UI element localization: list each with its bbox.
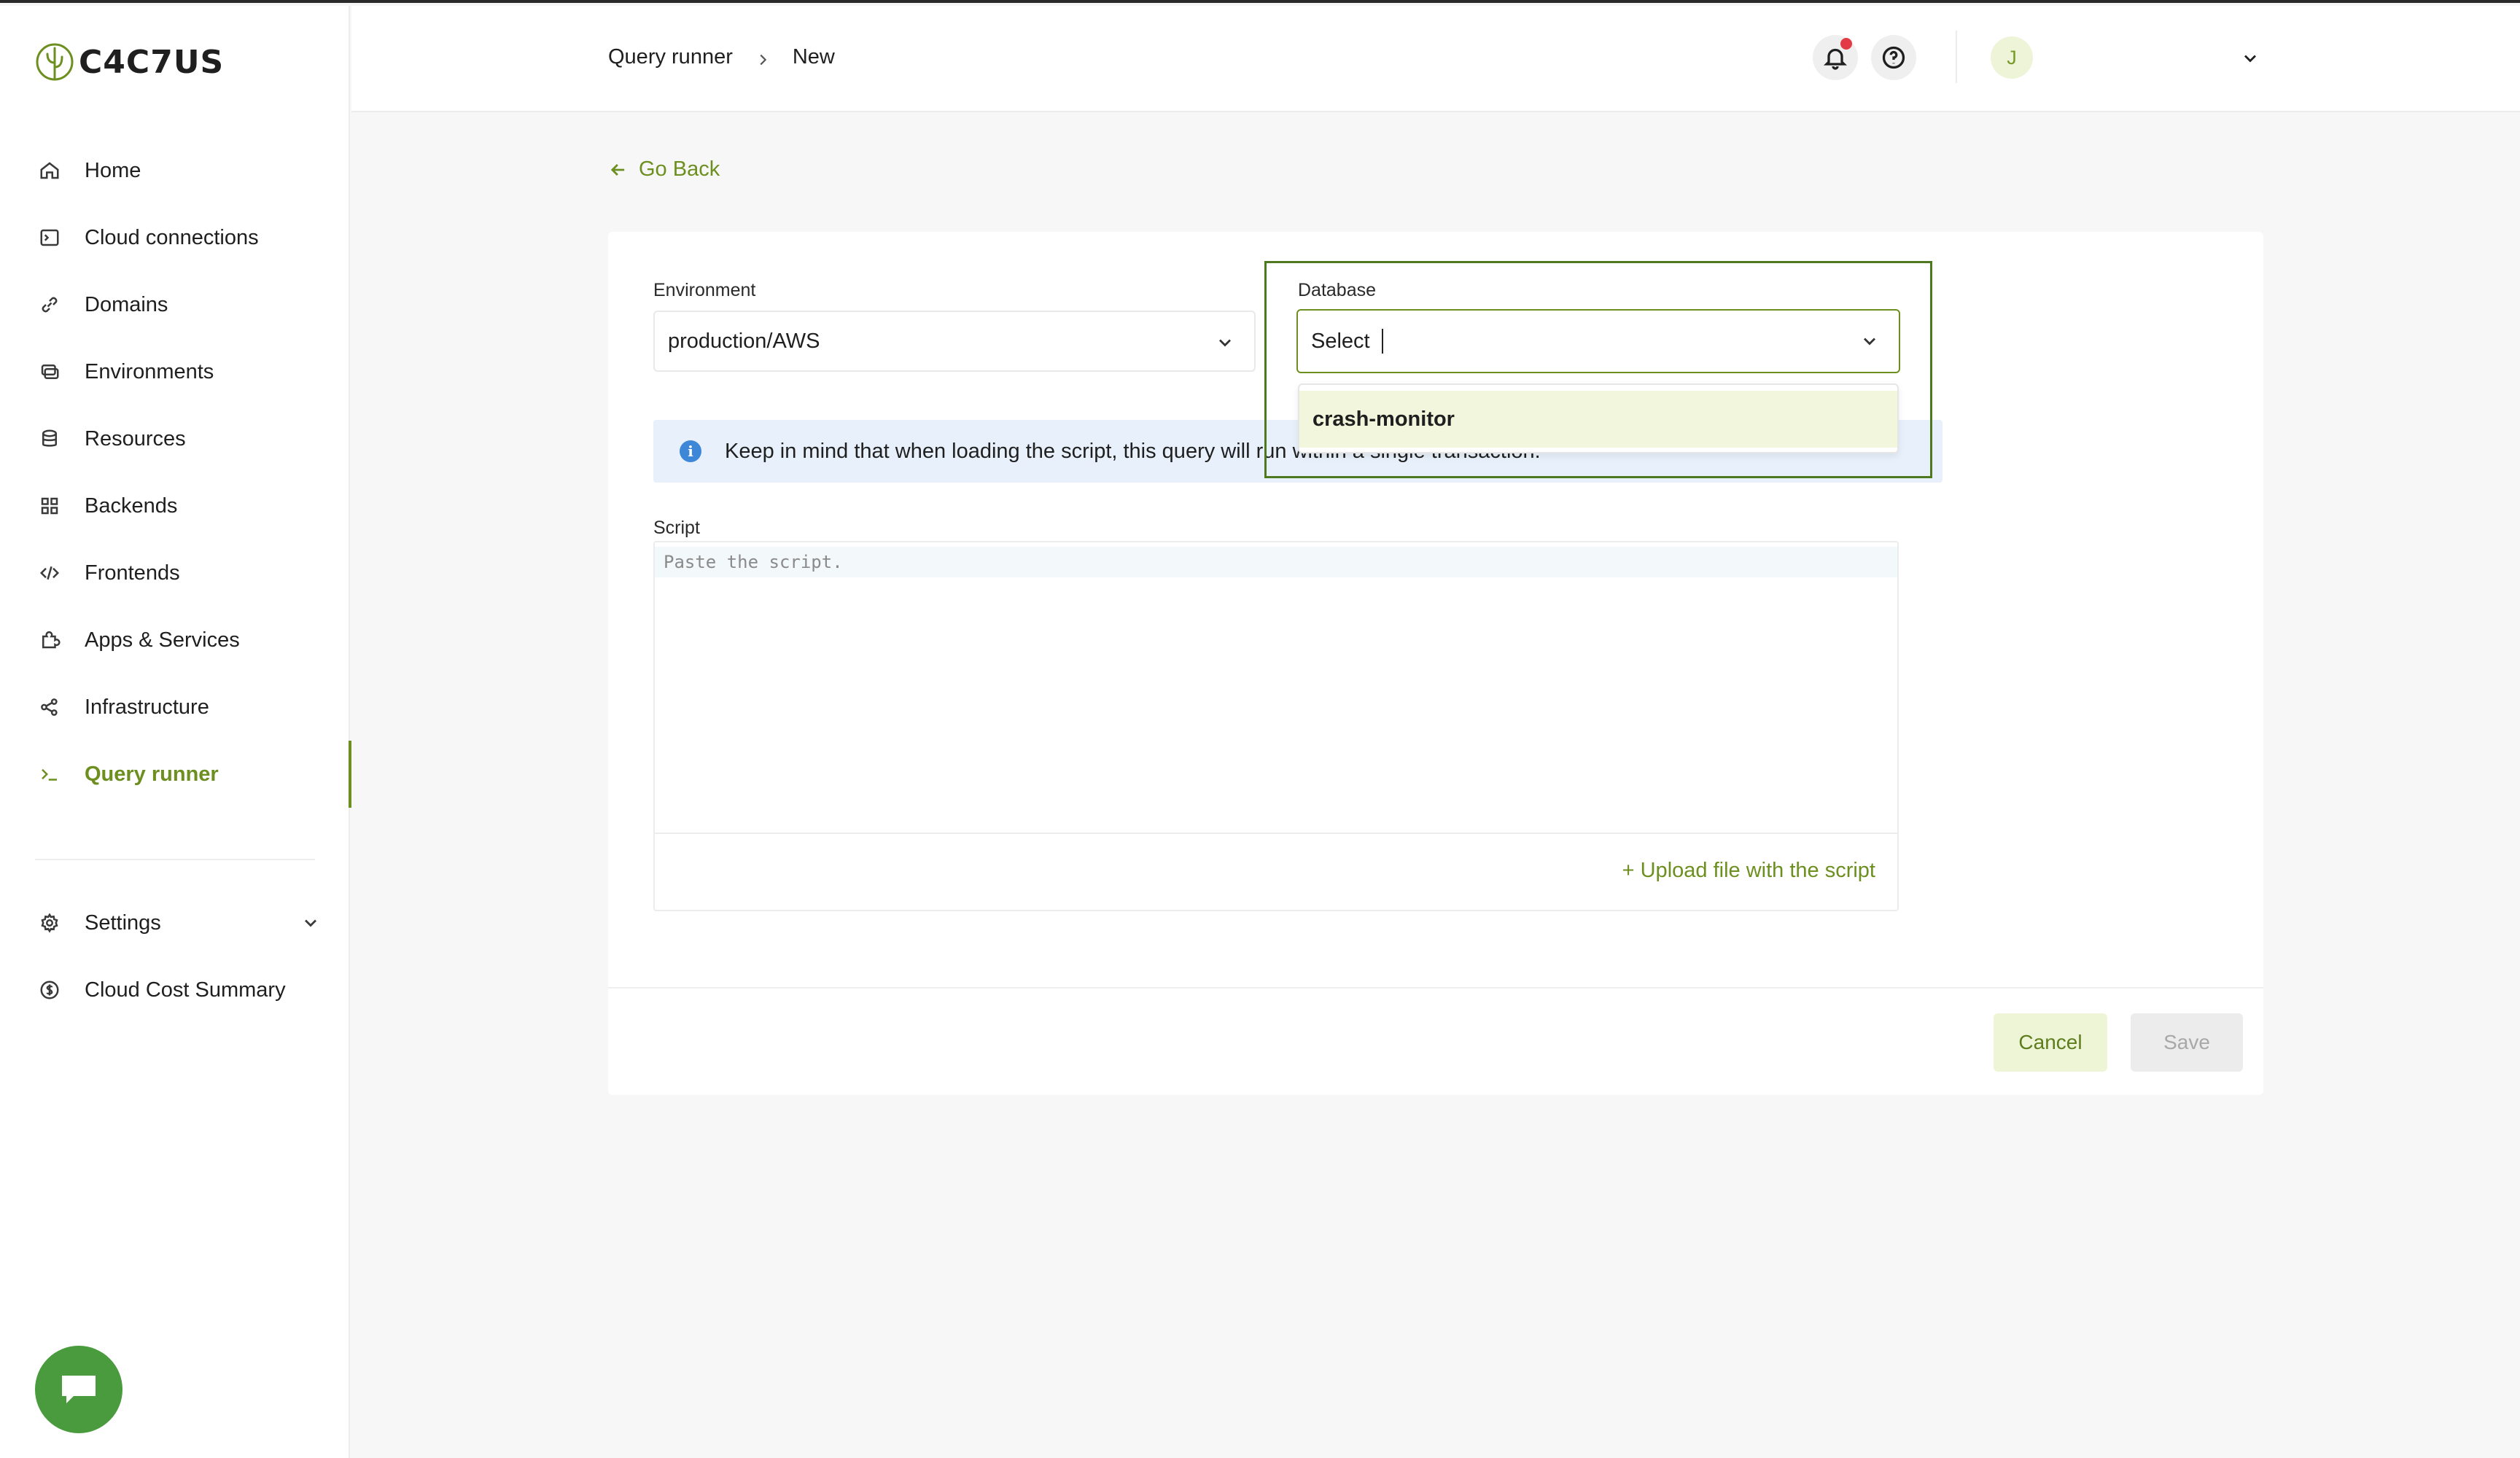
- go-back-label: Go Back: [639, 157, 720, 181]
- sidebar-item-query-runner[interactable]: Query runner: [0, 741, 351, 808]
- sidebar-secondary-nav: Settings Cloud Cost Summary: [0, 889, 350, 1024]
- gear-icon: [38, 911, 61, 935]
- terminal-box-icon: [38, 226, 61, 249]
- header-divider: [1956, 31, 1957, 83]
- environment-label: Environment: [653, 280, 756, 300]
- script-label: Script: [653, 518, 700, 538]
- sidebar-item-frontends[interactable]: Frontends: [0, 539, 350, 607]
- sidebar-item-infrastructure[interactable]: Infrastructure: [0, 674, 350, 741]
- user-menu-chevron-down-icon[interactable]: [2240, 48, 2260, 69]
- chat-button[interactable]: [35, 1346, 122, 1433]
- sidebar-item-label: Query runner: [85, 762, 219, 786]
- sidebar-item-resources[interactable]: Resources: [0, 405, 350, 472]
- help-icon: [1882, 46, 1905, 69]
- chevron-down-icon[interactable]: [300, 913, 321, 933]
- sidebar-item-label: Environments: [85, 359, 214, 383]
- sidebar-divider: [35, 859, 315, 860]
- sidebar-item-environments[interactable]: Environments: [0, 338, 350, 405]
- sidebar-item-label: Apps & Services: [85, 628, 240, 652]
- dollar-circle-icon: [38, 978, 61, 1002]
- environment-value: production/AWS: [668, 329, 820, 353]
- app-window: C4C7US Home Cloud connections Domains En…: [0, 0, 2520, 1458]
- sidebar-item-settings[interactable]: Settings: [0, 889, 350, 956]
- upload-script-link[interactable]: + Upload file with the script: [1622, 859, 1875, 883]
- breadcrumb-query-runner[interactable]: Query runner: [608, 45, 733, 69]
- sidebar-item-domains[interactable]: Domains: [0, 271, 350, 338]
- sidebar-item-label: Cloud connections: [85, 225, 259, 249]
- environment-select[interactable]: production/AWS: [653, 311, 1256, 372]
- sidebar-item-label: Home: [85, 158, 141, 182]
- script-placeholder[interactable]: Paste the script.: [655, 547, 1897, 577]
- sidebar-item-cloud-cost-summary[interactable]: Cloud Cost Summary: [0, 956, 350, 1024]
- sidebar-item-label: Domains: [85, 292, 168, 316]
- sidebar-item-label: Cloud Cost Summary: [85, 978, 286, 1002]
- arrow-left-icon: [610, 163, 625, 176]
- grid-icon: [38, 494, 61, 518]
- link-icon: [38, 293, 61, 316]
- home-icon: [38, 159, 61, 182]
- sidebar-item-home[interactable]: Home: [0, 137, 350, 204]
- chevron-down-icon: [1859, 331, 1880, 351]
- share-nodes-icon: [38, 695, 61, 719]
- script-editor[interactable]: Paste the script.: [655, 542, 1897, 834]
- sidebar-item-label: Settings: [85, 911, 161, 935]
- go-back-link[interactable]: Go Back: [608, 157, 720, 182]
- database-option[interactable]: crash-monitor: [1299, 391, 1897, 448]
- database-icon: [38, 427, 61, 451]
- notifications-button[interactable]: [1813, 35, 1858, 80]
- info-icon: i: [680, 440, 701, 462]
- avatar[interactable]: J: [1991, 36, 2033, 79]
- chevron-down-icon: [1215, 332, 1235, 353]
- script-box: Paste the script. + Upload file with the…: [653, 541, 1899, 911]
- sidebar-item-label: Infrastructure: [85, 695, 209, 719]
- sidebar-item-backends[interactable]: Backends: [0, 472, 350, 539]
- top-bar: Query runner New J: [351, 6, 2520, 112]
- notification-badge: [1840, 38, 1852, 50]
- query-form-card: Environment production/AWS Database Sele…: [608, 232, 2263, 1095]
- sidebar-item-label: Resources: [85, 426, 186, 451]
- logo[interactable]: C4C7US: [35, 41, 224, 83]
- cactus-logo-icon: [36, 43, 74, 81]
- chat-bubble-icon: [62, 1376, 96, 1403]
- sidebar-item-label: Frontends: [85, 561, 180, 585]
- sidebar-item-cloud-connections[interactable]: Cloud connections: [0, 204, 350, 271]
- breadcrumb: Query runner New: [608, 45, 835, 69]
- logo-text: C4C7US: [79, 43, 225, 81]
- code-icon: [38, 561, 61, 585]
- sidebar-nav: Home Cloud connections Domains Environme…: [0, 137, 351, 808]
- sidebar: C4C7US Home Cloud connections Domains En…: [0, 6, 351, 1458]
- sidebar-item-apps-services[interactable]: Apps & Services: [0, 607, 350, 674]
- sidebar-item-label: Backends: [85, 494, 178, 518]
- database-label: Database: [1298, 280, 1377, 300]
- database-dropdown-menu: crash-monitor: [1298, 383, 1899, 453]
- chevron-right-icon: [755, 50, 771, 66]
- save-button[interactable]: Save: [2131, 1013, 2243, 1072]
- cancel-button[interactable]: Cancel: [1994, 1013, 2107, 1072]
- prompt-icon: [38, 763, 61, 786]
- environments-icon: [38, 360, 61, 383]
- puzzle-icon: [38, 628, 61, 652]
- breadcrumb-current: New: [792, 45, 835, 69]
- top-icons: [1813, 35, 1916, 80]
- text-cursor: [1381, 329, 1383, 354]
- help-button[interactable]: [1871, 35, 1916, 80]
- card-footer-divider: [608, 987, 2263, 989]
- database-select[interactable]: Select: [1296, 309, 1900, 373]
- database-value: Select: [1311, 329, 1370, 353]
